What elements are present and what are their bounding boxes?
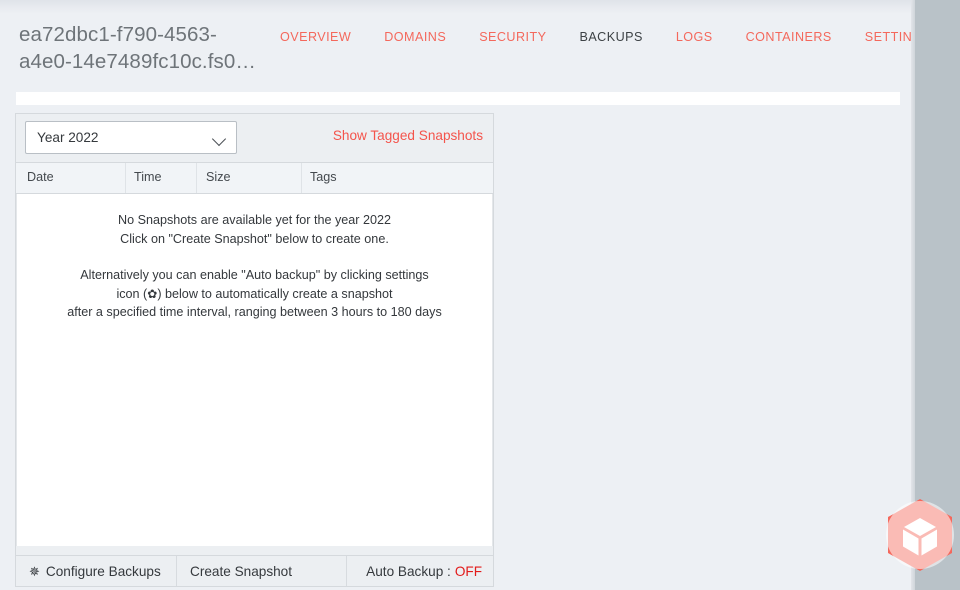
- snapshots-table-header: Date Time Size Tags: [16, 162, 493, 194]
- empty-line-2: Click on "Create Snapshot" below to crea…: [17, 230, 492, 249]
- column-divider: [125, 163, 126, 193]
- configure-backups-button[interactable]: ✵ Configure Backups: [16, 556, 177, 586]
- header-divider-strip: [16, 92, 900, 105]
- gear-icon: ✿: [147, 287, 157, 301]
- cube-logo-badge[interactable]: [884, 497, 956, 577]
- tab-security[interactable]: SECURITY: [479, 30, 546, 44]
- column-header-size[interactable]: Size: [206, 170, 231, 184]
- create-snapshot-button[interactable]: Create Snapshot: [177, 556, 347, 586]
- column-divider: [196, 163, 197, 193]
- configure-backups-label: Configure Backups: [46, 564, 161, 579]
- column-header-tags[interactable]: Tags: [310, 170, 337, 184]
- panel-toolbar: Year 2022 Show Tagged Snapshots: [16, 114, 493, 162]
- column-header-date[interactable]: Date: [27, 170, 54, 184]
- backups-panel: Year 2022 Show Tagged Snapshots Date Tim…: [15, 113, 494, 587]
- auto-backup-status[interactable]: Auto Backup : OFF: [347, 556, 493, 586]
- column-divider: [301, 163, 302, 193]
- empty-line-4-before: icon (: [116, 287, 147, 301]
- tab-domains[interactable]: DOMAINS: [384, 30, 446, 44]
- show-tagged-snapshots-link[interactable]: Show Tagged Snapshots: [333, 128, 483, 143]
- year-select[interactable]: Year 2022: [25, 121, 237, 154]
- page-title: ea72dbc1-f790-4563- a4e0-14e7489fc10c.fs…: [19, 21, 274, 75]
- empty-line-5: after a specified time interval, ranging…: [17, 303, 492, 322]
- empty-state-message: No Snapshots are available yet for the y…: [17, 194, 492, 322]
- empty-state-spacer: [17, 248, 492, 266]
- empty-line-4-after: ) below to automatically create a snapsh…: [157, 287, 392, 301]
- chevron-down-icon: [212, 132, 226, 146]
- column-header-time[interactable]: Time: [134, 170, 162, 184]
- tab-containers[interactable]: CONTAINERS: [746, 30, 832, 44]
- tab-overview[interactable]: OVERVIEW: [280, 30, 351, 44]
- main-nav-tabs: OVERVIEW DOMAINS SECURITY BACKUPS LOGS CONTAI…: [280, 30, 931, 44]
- auto-backup-value: OFF: [455, 564, 482, 579]
- gear-icon: ✵: [29, 565, 40, 578]
- badge-halo: [886, 501, 954, 569]
- empty-line-3: Alternatively you can enable "Auto backu…: [17, 266, 492, 285]
- create-snapshot-label: Create Snapshot: [190, 564, 292, 579]
- year-select-value: Year 2022: [37, 130, 98, 145]
- tab-logs[interactable]: LOGS: [676, 30, 713, 44]
- page-header: ea72dbc1-f790-4563- a4e0-14e7489fc10c.fs…: [0, 0, 915, 88]
- backups-page: ea72dbc1-f790-4563- a4e0-14e7489fc10c.fs…: [0, 0, 960, 590]
- empty-line-1: No Snapshots are available yet for the y…: [17, 211, 492, 230]
- panel-footer-bar: ✵ Configure Backups Create Snapshot Auto…: [16, 555, 493, 586]
- empty-line-4: icon (✿) below to automatically create a…: [17, 285, 492, 304]
- snapshots-table-body: No Snapshots are available yet for the y…: [16, 194, 493, 546]
- tab-backups[interactable]: BACKUPS: [579, 30, 642, 44]
- auto-backup-label: Auto Backup :: [366, 564, 451, 579]
